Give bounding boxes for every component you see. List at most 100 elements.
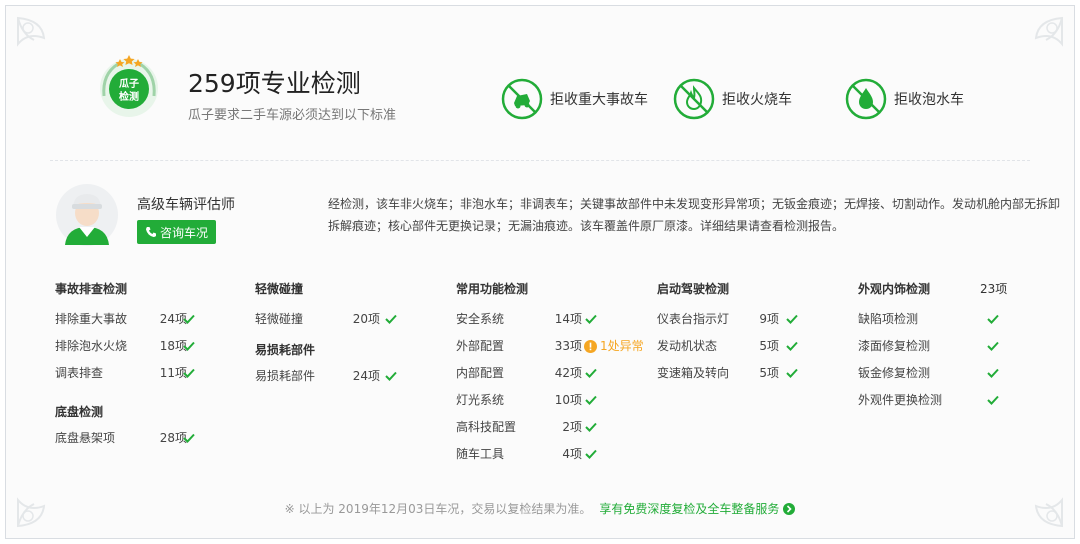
reject-label: 拒收泡水车 [894,92,964,108]
check-item-name: 变速箱及转向 [657,366,730,380]
check-item-name: 漆面修复检测 [858,339,931,353]
free-recheck-link-label: 享有免费深度复检及全车整备服务 [599,502,780,516]
check-column-appearance: 外观内饰检测 23项 缺陷项检测 漆面修复检测 钣金修复检测 外观件更换检测 [858,280,1007,414]
check-mark-icon [786,368,798,378]
arrow-right-circle-icon [783,503,796,515]
check-item-count: 33项 [554,339,582,353]
fire-icon [673,78,715,120]
check-item-name: 钣金修复检测 [858,366,931,380]
check-mark-icon [183,314,195,324]
check-mark-icon [786,341,798,351]
check-item: 底盘悬架项 28项 [55,425,195,452]
check-mark-icon [786,314,798,324]
group-title: 易损耗部件 [255,343,316,357]
check-item-count: 4项 [562,447,582,461]
check-item-name: 仪表台指示灯 [657,312,730,326]
check-mark-icon [987,368,999,378]
page-title: 259项专业检测 [188,69,361,98]
check-item-count: 14项 [554,312,582,326]
check-column-accident: 事故排查检测 排除重大事故 24项 排除泡水火烧 18项 调表排查 11项 底盘… [55,280,195,452]
check-mark-icon [585,395,597,405]
check-item: 内部配置 42项 [456,360,597,387]
check-mark-icon [585,422,597,432]
check-item-name: 排除泡水火烧 [55,339,128,353]
check-item: 灯光系统 10项 [456,387,597,414]
check-item-name: 外部配置 [456,339,505,353]
check-item: 高科技配置 2项 [456,414,597,441]
group-total-count: 23项 [980,282,1008,296]
group-title-row: 外观内饰检测 23项 [858,280,1007,298]
group-title: 启动驾驶检测 [657,282,730,296]
check-mark-icon [183,433,195,443]
svg-text:瓜子: 瓜子 [119,78,139,90]
check-item: 外部配置 33项 1处异常 [456,333,644,360]
consult-condition-button[interactable]: 咨询车况 [137,220,217,244]
check-item: 易损耗部件 24项 [255,363,397,390]
warning-icon [584,340,597,353]
check-mark-icon [183,368,195,378]
check-item: 变速箱及转向 5项 [657,360,798,387]
reject-accident-car: 拒收重大事故车 [500,77,648,121]
check-mark-icon [987,314,999,324]
check-item-count: 9项 [759,312,779,326]
check-item-name: 高科技配置 [456,420,517,434]
reject-label: 拒收火烧车 [722,92,792,108]
check-mark-icon [987,341,999,351]
check-item-name: 内部配置 [456,366,505,380]
inspection-summary: 经检测，该车非火烧车；非泡水车；非调表车；关键事故部件中未发现变形异常项；无钣金… [328,197,1061,233]
check-column-driving: 启动驾驶检测 仪表台指示灯 9项 发动机状态 5项 变速箱及转向 5项 [657,280,798,387]
check-item: 轻微碰撞 20项 [255,306,397,333]
reject-label: 拒收重大事故车 [550,92,648,108]
phone-icon [146,227,156,237]
check-item-name: 灯光系统 [456,393,505,407]
accident-car-icon [501,78,543,120]
check-item-count: 11项 [159,366,187,380]
check-item: 排除重大事故 24项 [55,306,195,333]
consult-button-label: 咨询车况 [160,225,209,240]
check-item-count: 18项 [159,339,187,353]
check-item-count: 28项 [159,431,187,445]
check-item-name: 安全系统 [456,312,505,326]
check-item: 漆面修复检测 [858,333,999,360]
reject-flood-car: 拒收泡水车 [844,77,964,121]
footer-note: ※ 以上为 2019年12月03日车况，交易以复检结果为准。 享有免费深度复检及全… [0,500,1080,517]
check-item-count: 5项 [759,366,779,380]
check-item: 外观件更换检测 [858,387,999,414]
group-title: 底盘检测 [55,405,104,419]
check-item-count: 24项 [352,369,380,383]
check-mark-icon [987,395,999,405]
check-item-name: 排除重大事故 [55,312,128,326]
check-item-count: 10项 [554,393,582,407]
inspector-title: 高级车辆评估师 [137,197,235,213]
check-item: 发动机状态 5项 [657,333,798,360]
check-item-count: 20项 [352,312,380,326]
check-column-functions: 常用功能检测 安全系统 14项 外部配置 33项 1处异常 内部配置 42项 灯… [456,280,644,468]
check-mark-icon [385,314,397,324]
inspector-avatar [56,184,118,246]
check-item: 随车工具 4项 [456,441,597,468]
check-item-name: 随车工具 [456,447,505,461]
check-mark-icon [385,371,397,381]
check-mark-icon [183,341,195,351]
condition-date-note: ※ 以上为 2019年12月03日车况，交易以复检结果为准。 [284,502,592,516]
check-item: 钣金修复检测 [858,360,999,387]
check-item-count: 5项 [759,339,779,353]
group-title: 常用功能检测 [456,282,529,296]
group-title: 外观内饰检测 [858,282,931,296]
svg-text:检测: 检测 [119,90,139,103]
reject-fire-car: 拒收火烧车 [672,77,792,121]
corner-ornament-icon [17,16,46,47]
check-item-name: 易损耗部件 [255,369,316,383]
check-item-name: 外观件更换检测 [858,393,943,407]
page-subtitle: 瓜子要求二手车源必须达到以下标准 [188,108,397,123]
group-title: 事故排查检测 [55,282,128,296]
check-column-collision: 轻微碰撞 轻微碰撞 20项 易损耗部件 易损耗部件 24项 [255,280,397,390]
free-recheck-service-link[interactable]: 享有免费深度复检及全车整备服务 [599,502,796,516]
water-drop-icon [845,78,887,120]
exception-badge[interactable]: 1处异常 [584,333,644,360]
check-mark-icon [585,449,597,459]
check-item-name: 轻微碰撞 [255,312,304,326]
check-item: 安全系统 14项 [456,306,597,333]
corner-ornament-icon [1034,16,1063,47]
check-item-name: 发动机状态 [657,339,718,353]
